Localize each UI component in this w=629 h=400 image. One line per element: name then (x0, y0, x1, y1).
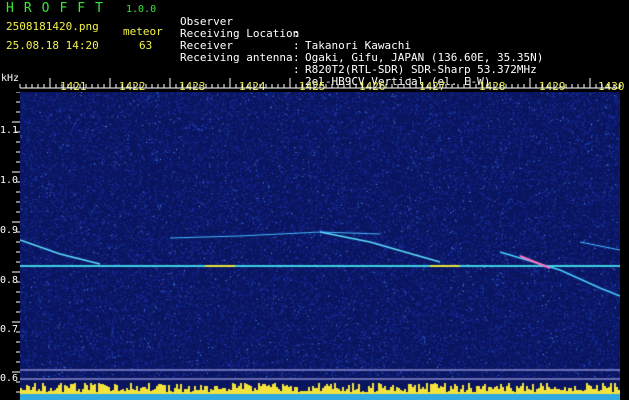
app-version: 1.0.0 (126, 4, 157, 15)
datetime-label: 25.08.18 14:20 (6, 39, 99, 52)
spectrogram (20, 92, 620, 400)
meteor-label: meteor (123, 25, 163, 38)
y-axis-ticks (12, 92, 20, 393)
app-logo: HROFFT (6, 1, 113, 16)
meteor-count: 63 (139, 39, 153, 52)
x-axis-ticks (19, 78, 621, 89)
filename-label: 2508181420.png (6, 20, 99, 33)
info-key: Receiving antenna (180, 51, 293, 64)
